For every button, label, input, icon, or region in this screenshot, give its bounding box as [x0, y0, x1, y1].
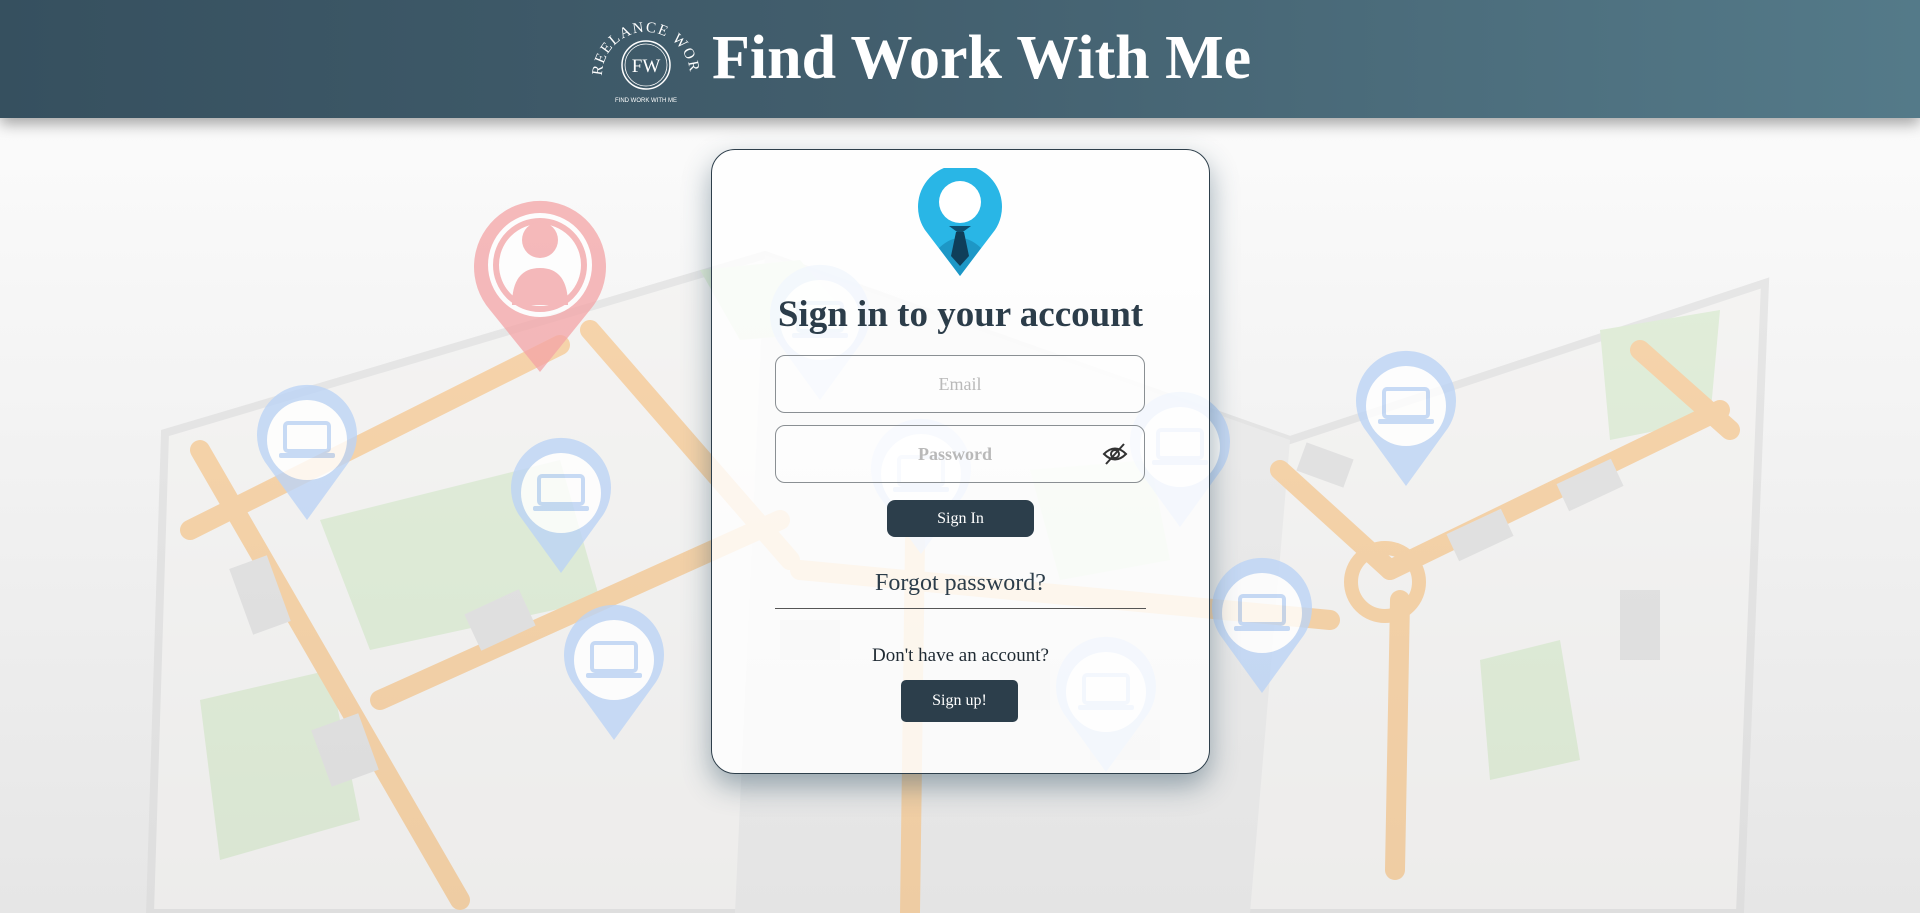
signin-button[interactable]: Sign In — [887, 500, 1034, 537]
freelance-work-logo[interactable]: FREELANCE WORK FW FIND WORK WITH ME — [588, 6, 706, 112]
site-header: FREELANCE WORK FW FIND WORK WITH ME Find… — [0, 0, 1920, 118]
password-field[interactable] — [775, 425, 1145, 483]
divider — [775, 608, 1146, 609]
no-account-text: Don't have an account? — [872, 645, 1049, 666]
job-location-pin-icon — [918, 168, 1002, 276]
signup-button[interactable]: Sign up! — [901, 680, 1018, 722]
login-card: Sign in to your account Sign In Forgot p… — [711, 149, 1210, 774]
site-title: Find Work With Me — [712, 24, 1252, 92]
eye-slash-icon[interactable] — [1101, 441, 1129, 467]
email-field[interactable] — [775, 355, 1145, 413]
logo-tagline: FIND WORK WITH ME — [615, 98, 677, 104]
logo-monogram: FW — [632, 56, 661, 77]
forgot-password-link[interactable]: Forgot password? — [712, 568, 1209, 598]
signin-heading: Sign in to your account — [777, 294, 1144, 335]
